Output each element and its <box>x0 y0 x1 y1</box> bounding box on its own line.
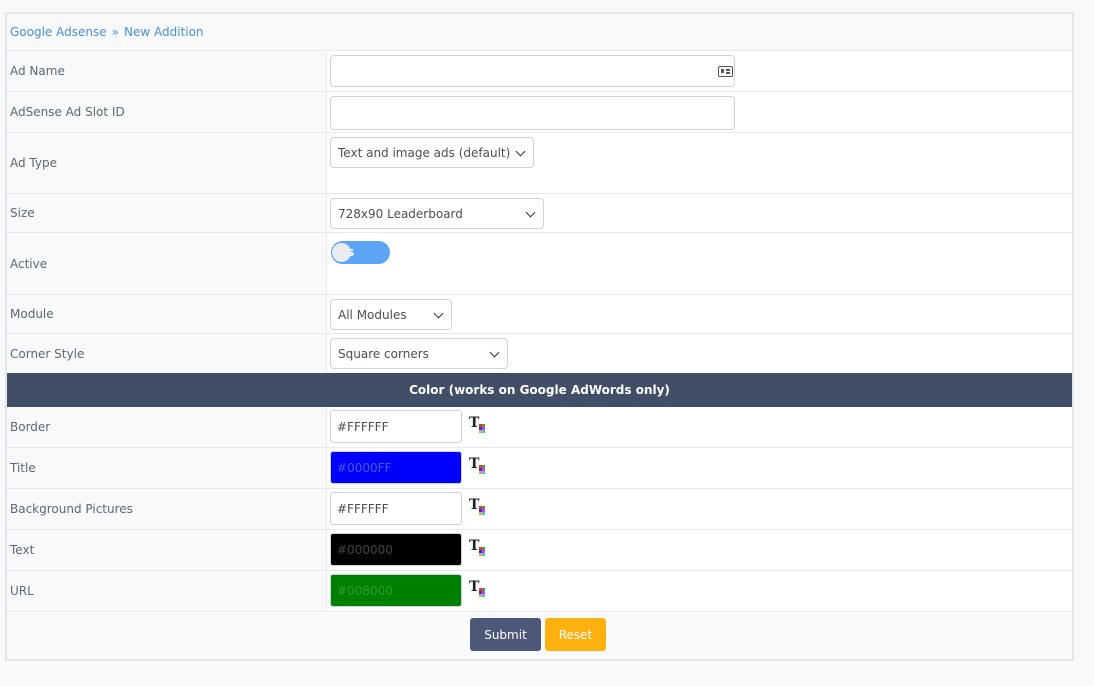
toggle-knob <box>332 243 351 262</box>
module-selected: All Modules <box>338 307 407 322</box>
color-section-header: Color (works on Google AdWords only) <box>7 373 1072 407</box>
active-toggle[interactable]: es <box>331 241 390 264</box>
breadcrumb-current: New Addition <box>123 25 204 39</box>
background-pictures-label: Background Pictures <box>7 489 327 529</box>
actions-row: Submit Reset <box>7 613 1072 659</box>
color-picker-icon[interactable]: T <box>469 415 487 434</box>
chevron-down-icon <box>525 207 536 218</box>
breadcrumb: Google Adsense » New Addition <box>10 14 204 50</box>
ad-name-input[interactable] <box>330 55 735 87</box>
picker-glyph: T <box>469 538 480 554</box>
slot-id-input[interactable] <box>330 96 735 130</box>
picker-glyph: T <box>469 415 480 431</box>
corner-style-selected: Square corners <box>338 346 429 361</box>
text-label: Text <box>7 530 327 570</box>
breadcrumb-row: Google Adsense » New Addition <box>7 14 1072 51</box>
picker-swatch <box>482 471 485 474</box>
border-color-input[interactable]: #FFFFFF <box>330 410 462 443</box>
ad-name-row: Ad Name <box>7 51 1072 92</box>
chevron-down-icon <box>489 347 500 358</box>
slot-id-label: AdSense Ad Slot ID <box>7 92 327 132</box>
border-label: Border <box>7 407 327 447</box>
chevron-down-icon <box>515 146 526 157</box>
slot-id-row: AdSense Ad Slot ID <box>7 92 1072 133</box>
color-row-background-pictures: Background Pictures #FFFFFF T <box>7 489 1072 530</box>
breadcrumb-separator: » <box>111 25 119 39</box>
active-label: Active <box>7 233 327 294</box>
corner-style-label: Corner Style <box>7 334 327 373</box>
text-color-input[interactable]: #000000 <box>330 533 462 566</box>
picker-swatch <box>482 594 485 597</box>
picker-glyph: T <box>469 579 480 595</box>
size-selected: 728x90 Leaderboard <box>338 206 463 221</box>
size-label: Size <box>7 194 327 232</box>
submit-button[interactable]: Submit <box>470 618 541 651</box>
ad-type-row: Ad Type Text and image ads (default) <box>7 133 1072 194</box>
corner-style-select[interactable]: Square corners <box>330 338 508 369</box>
title-color-input[interactable]: #0000FF <box>330 451 462 484</box>
color-row-url: URL #008000 T <box>7 571 1072 612</box>
module-label: Module <box>7 295 327 333</box>
breadcrumb-root-link[interactable]: Google Adsense <box>10 25 107 39</box>
border-color-value: #FFFFFF <box>337 419 389 434</box>
corner-style-row: Corner Style Square corners <box>7 334 1072 373</box>
picker-glyph: T <box>469 497 480 513</box>
color-picker-icon[interactable]: T <box>469 538 487 557</box>
picker-swatch <box>482 430 485 433</box>
color-picker-icon[interactable]: T <box>469 579 487 598</box>
title-color-value: #0000FF <box>337 460 392 475</box>
size-row: Size 728x90 Leaderboard <box>7 194 1072 233</box>
chevron-down-icon <box>433 308 444 319</box>
background-pictures-color-input[interactable]: #FFFFFF <box>330 492 462 525</box>
size-select[interactable]: 728x90 Leaderboard <box>330 198 544 229</box>
color-picker-icon[interactable]: T <box>469 456 487 475</box>
active-row: Active es <box>7 233 1072 295</box>
background-pictures-color-value: #FFFFFF <box>337 501 389 516</box>
color-row-border: Border #FFFFFF T <box>7 407 1072 448</box>
url-label: URL <box>7 571 327 611</box>
color-row-text: Text #000000 T <box>7 530 1072 571</box>
ad-type-select[interactable]: Text and image ads (default) <box>330 137 534 168</box>
ad-name-label: Ad Name <box>7 51 327 91</box>
text-color-value: #000000 <box>337 542 393 557</box>
module-select[interactable]: All Modules <box>330 299 452 330</box>
module-row: Module All Modules <box>7 295 1072 334</box>
picker-glyph: T <box>469 456 480 472</box>
contact-card-icon <box>718 66 733 77</box>
reset-button[interactable]: Reset <box>545 618 606 651</box>
title-label: Title <box>7 448 327 488</box>
picker-swatch <box>482 553 485 556</box>
url-color-value: #008000 <box>337 583 393 598</box>
color-picker-icon[interactable]: T <box>469 497 487 516</box>
ad-type-label: Ad Type <box>7 133 327 193</box>
url-color-input[interactable]: #008000 <box>330 574 462 607</box>
ad-type-selected: Text and image ads (default) <box>338 145 511 160</box>
color-row-title: Title #0000FF T <box>7 448 1072 489</box>
picker-swatch <box>482 512 485 515</box>
adsense-form-panel: Google Adsense » New Addition Ad Name Ad… <box>5 12 1074 661</box>
